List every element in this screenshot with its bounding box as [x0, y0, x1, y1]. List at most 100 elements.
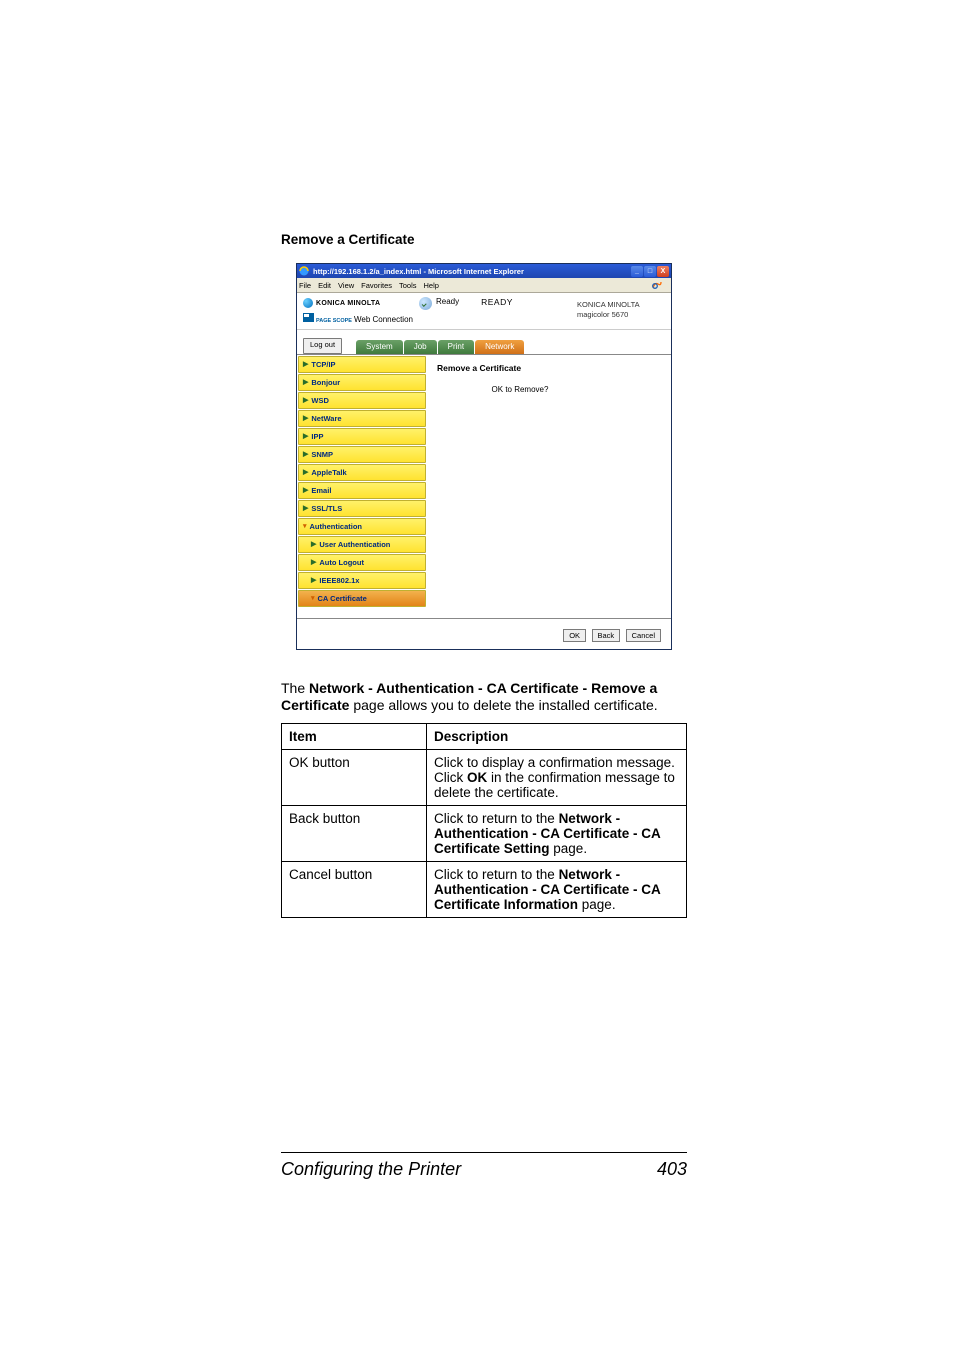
pagescope-label: PAGE SCOPE — [316, 319, 352, 325]
header-brand-right: KONICA MINOLTA — [577, 300, 665, 310]
nav-label: Email — [311, 486, 331, 495]
sidebar-nav: ▶TCP/IP ▶Bonjour ▶WSD ▶NetWare ▶IPP ▶SNM… — [297, 355, 427, 618]
table-row: OK button Click to display a confirmatio… — [282, 750, 687, 806]
table-row: Back button Click to return to the Netwo… — [282, 806, 687, 862]
button-bar: OK Back Cancel — [297, 618, 671, 649]
para-post: page allows you to delete the installed … — [349, 697, 657, 713]
tab-job[interactable]: Job — [404, 340, 437, 354]
tab-system[interactable]: System — [356, 340, 403, 354]
txt: page. — [550, 841, 588, 856]
col-item: Item — [282, 724, 427, 750]
header-model: magicolor 5670 — [577, 310, 665, 320]
nav-label: Bonjour — [311, 378, 340, 387]
content-pane: Remove a Certificate OK to Remove? — [427, 355, 671, 618]
footer-title: Configuring the Printer — [281, 1159, 461, 1180]
menu-file[interactable]: File — [299, 281, 311, 290]
webconnection-label: Web Connection — [354, 315, 413, 324]
cancel-button[interactable]: Cancel — [626, 629, 661, 642]
nav-email[interactable]: ▶Email — [298, 482, 426, 499]
table-header-row: Item Description — [282, 724, 687, 750]
nav-snmp[interactable]: ▶SNMP — [298, 446, 426, 463]
confirm-message: OK to Remove? — [437, 385, 663, 394]
nav-label: NetWare — [311, 414, 341, 423]
para-pre: The — [281, 680, 309, 696]
nav-authentication[interactable]: ▾Authentication — [298, 518, 426, 535]
nav-wsd[interactable]: ▶WSD — [298, 392, 426, 409]
nav-bonjour[interactable]: ▶Bonjour — [298, 374, 426, 391]
ie-logo-icon — [650, 279, 664, 291]
nav-label: WSD — [311, 396, 329, 405]
nav-ieee8021x[interactable]: ▶IEEE802.1x — [298, 572, 426, 589]
page-footer: Configuring the Printer 403 — [281, 1152, 687, 1180]
col-description: Description — [427, 724, 687, 750]
menu-tools[interactable]: Tools — [399, 281, 417, 290]
menu-edit[interactable]: Edit — [318, 281, 331, 290]
nav-auto-logout[interactable]: ▶Auto Logout — [298, 554, 426, 571]
txt: Click to return to the — [434, 811, 559, 826]
window-title: http://192.168.1.2/a_index.html - Micros… — [313, 267, 631, 276]
window-minimize-button[interactable]: _ — [631, 266, 643, 277]
printer-ready-icon — [419, 297, 432, 310]
brand-logo-text: KONICA MINOLTA — [316, 300, 380, 307]
cell-desc: Click to return to the Network - Authent… — [427, 806, 687, 862]
arrow-icon: ▶ — [303, 468, 308, 476]
nav-user-authentication[interactable]: ▶User Authentication — [298, 536, 426, 553]
app-header: KONICA MINOLTA PAGE SCOPE Web Connection… — [297, 293, 671, 330]
tab-network[interactable]: Network — [475, 340, 524, 354]
nav-label: TCP/IP — [311, 360, 335, 369]
arrow-icon: ▶ — [311, 540, 316, 548]
content-title: Remove a Certificate — [437, 363, 663, 373]
nav-label: SNMP — [311, 450, 333, 459]
arrow-icon: ▶ — [303, 360, 308, 368]
txt: page. — [578, 897, 616, 912]
cell-desc: Click to display a confirmation message.… — [427, 750, 687, 806]
cell-item: Back button — [282, 806, 427, 862]
nav-label: AppleTalk — [311, 468, 346, 477]
nav-label: SSL/TLS — [311, 504, 342, 513]
body-paragraph: The Network - Authentication - CA Certif… — [281, 680, 687, 716]
cell-item: Cancel button — [282, 862, 427, 918]
arrow-icon: ▶ — [303, 396, 308, 404]
arrow-icon: ▶ — [303, 486, 308, 494]
main-tabs: System Job Print Network — [356, 340, 525, 354]
menu-favorites[interactable]: Favorites — [361, 281, 392, 290]
nav-ca-certificate[interactable]: ▾CA Certificate — [298, 590, 426, 607]
nav-label: User Authentication — [319, 540, 390, 549]
logout-button[interactable]: Log out — [303, 338, 342, 354]
window-titlebar: http://192.168.1.2/a_index.html - Micros… — [297, 264, 671, 278]
nav-appletalk[interactable]: ▶AppleTalk — [298, 464, 426, 481]
km-globe-icon — [303, 298, 313, 308]
nav-label: IEEE802.1x — [319, 576, 359, 585]
arrow-icon: ▶ — [303, 432, 308, 440]
arrow-icon: ▶ — [311, 558, 316, 566]
menu-view[interactable]: View — [338, 281, 354, 290]
description-table: Item Description OK button Click to disp… — [281, 723, 687, 918]
cell-item: OK button — [282, 750, 427, 806]
menu-help[interactable]: Help — [424, 281, 439, 290]
nav-ipp[interactable]: ▶IPP — [298, 428, 426, 445]
arrow-icon: ▶ — [303, 504, 308, 512]
nav-label: IPP — [311, 432, 323, 441]
nav-label: Authentication — [310, 522, 363, 531]
nav-tcpip[interactable]: ▶TCP/IP — [298, 356, 426, 373]
footer-page-number: 403 — [657, 1159, 687, 1180]
txt-bold: OK — [467, 770, 487, 785]
arrow-down-icon: ▾ — [311, 594, 315, 602]
printer-status: READY — [481, 297, 513, 307]
browser-menubar: File Edit View Favorites Tools Help — [297, 278, 671, 293]
window-maximize-button[interactable]: □ — [644, 266, 656, 277]
arrow-icon: ▶ — [303, 378, 308, 386]
arrow-icon: ▶ — [303, 450, 308, 458]
ok-button[interactable]: OK — [563, 629, 586, 642]
arrow-icon: ▶ — [303, 414, 308, 422]
nav-ssltls[interactable]: ▶SSL/TLS — [298, 500, 426, 517]
back-button[interactable]: Back — [592, 629, 621, 642]
window-close-button[interactable]: X — [657, 266, 669, 277]
txt: Click to return to the — [434, 867, 559, 882]
pagescope-icon — [303, 313, 314, 322]
nav-netware[interactable]: ▶NetWare — [298, 410, 426, 427]
browser-window: http://192.168.1.2/a_index.html - Micros… — [296, 263, 672, 650]
nav-label: Auto Logout — [319, 558, 364, 567]
tab-print[interactable]: Print — [438, 340, 474, 354]
section-heading: Remove a Certificate — [281, 232, 687, 247]
